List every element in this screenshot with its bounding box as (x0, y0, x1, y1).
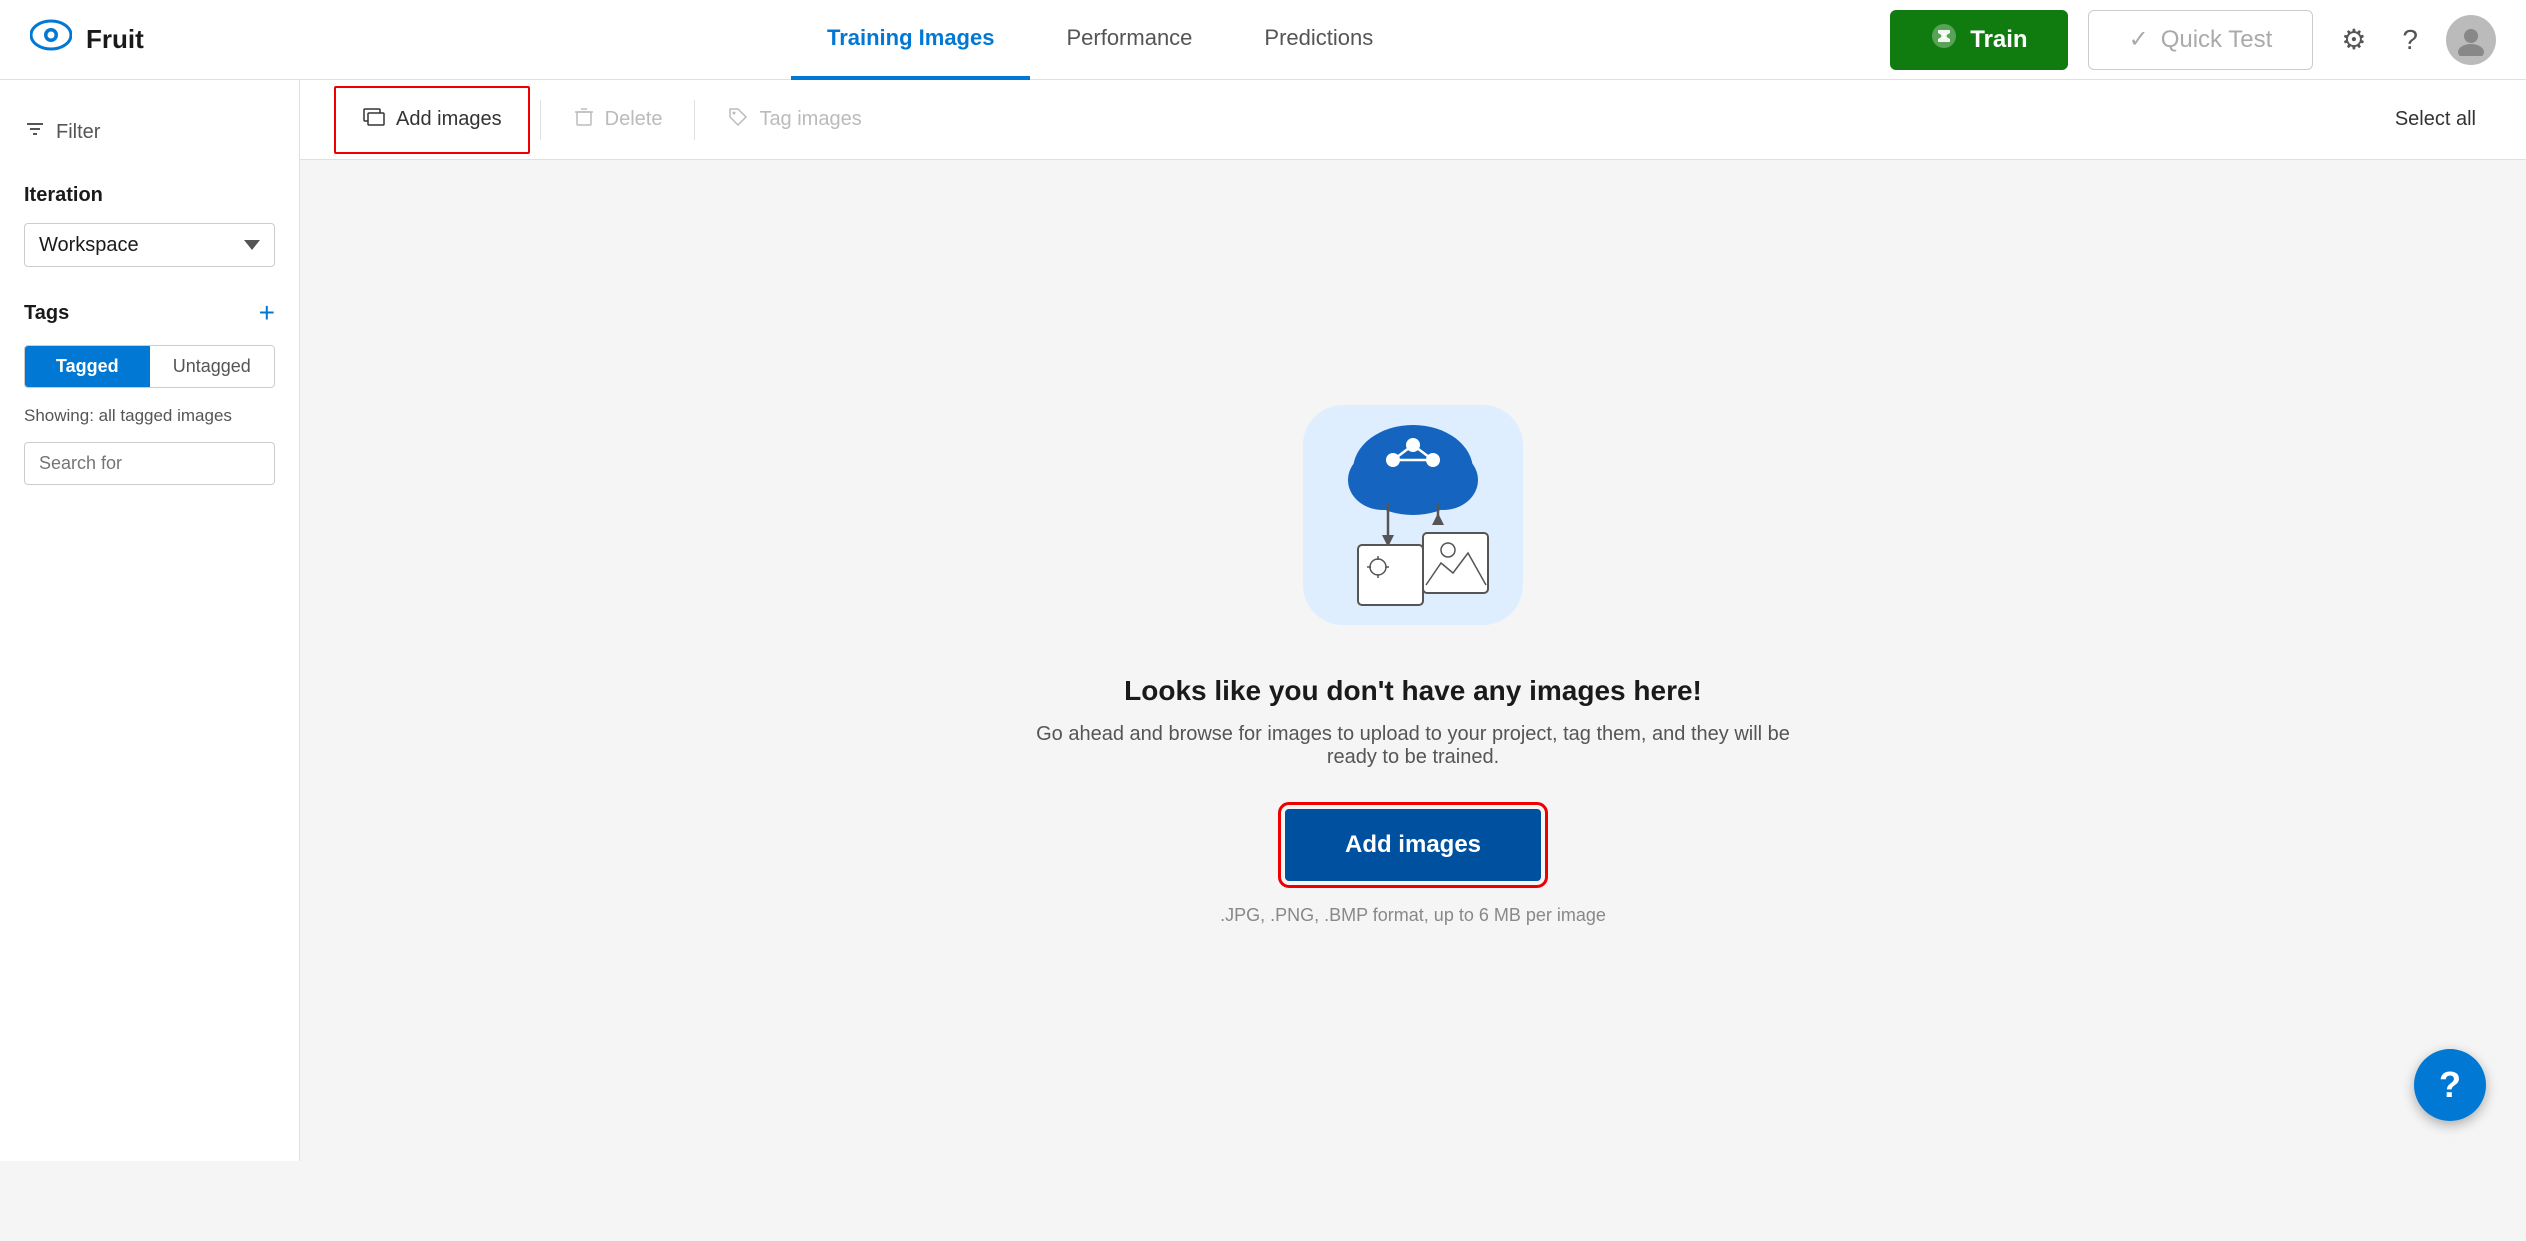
tag-images-toolbar-label: Tag images (759, 108, 861, 131)
tags-toggle: Tagged Untagged (24, 345, 275, 388)
empty-state-illustration (1293, 395, 1533, 635)
format-text: .JPG, .PNG, .BMP format, up to 6 MB per … (1220, 905, 1606, 926)
main-nav: Training Images Performance Predictions (310, 0, 1890, 80)
empty-state-title: Looks like you don't have any images her… (1124, 675, 1702, 707)
help-fab-icon: ? (2439, 1064, 2461, 1106)
main-content: Add images Delete (300, 80, 2526, 1161)
tag-icon (727, 106, 749, 134)
add-images-toolbar-button[interactable]: Add images (334, 86, 530, 154)
filter-label: Filter (56, 121, 100, 144)
train-icon (1930, 22, 1958, 57)
checkmark-icon: ✓ (2129, 25, 2149, 54)
empty-state: Looks like you don't have any images her… (300, 160, 2526, 1161)
help-fab-button[interactable]: ? (2414, 1049, 2486, 1121)
untagged-button[interactable]: Untagged (150, 346, 275, 387)
train-label: Train (1970, 26, 2027, 54)
toolbar-sep-2 (694, 100, 695, 140)
settings-button[interactable]: ⚙ (2333, 15, 2374, 64)
select-all-button[interactable]: Select all (2375, 80, 2496, 160)
nav-item-predictions[interactable]: Predictions (1228, 0, 1409, 80)
filter-control[interactable]: Filter (24, 110, 275, 154)
add-images-icon (362, 105, 386, 135)
tagged-button[interactable]: Tagged (25, 346, 150, 387)
sidebar: Filter Iteration Workspace Tags + Tagged… (0, 80, 300, 1161)
help-header-button[interactable]: ? (2394, 16, 2426, 64)
page-layout: Filter Iteration Workspace Tags + Tagged… (0, 80, 2526, 1161)
app-logo: Fruit (30, 14, 310, 65)
app-logo-icon (30, 14, 72, 65)
add-images-toolbar-label: Add images (396, 108, 502, 131)
train-button[interactable]: Train (1890, 10, 2067, 70)
delete-toolbar-button[interactable]: Delete (547, 80, 689, 160)
nav-item-performance[interactable]: Performance (1030, 0, 1228, 80)
settings-icon: ⚙ (2341, 24, 2366, 55)
header-actions: Train ✓ Quick Test ⚙ ? (1890, 10, 2496, 70)
iteration-label: Iteration (24, 184, 275, 207)
help-icon: ? (2402, 24, 2418, 55)
empty-state-description: Go ahead and browse for images to upload… (1013, 723, 1813, 769)
add-tag-button[interactable]: + (259, 297, 275, 329)
nav-item-training-images[interactable]: Training Images (791, 0, 1031, 80)
tag-images-toolbar-button[interactable]: Tag images (701, 80, 887, 160)
tags-header: Tags + (24, 297, 275, 329)
toolbar-sep-1 (540, 100, 541, 140)
project-name: Fruit (86, 24, 144, 55)
header: Fruit Training Images Performance Predic… (0, 0, 2526, 80)
quick-test-label: Quick Test (2161, 26, 2273, 54)
add-images-main-button[interactable]: Add images (1285, 809, 1541, 881)
iteration-dropdown[interactable]: Workspace (24, 223, 275, 267)
showing-text: Showing: all tagged images (24, 406, 275, 426)
quick-test-button[interactable]: ✓ Quick Test (2088, 10, 2314, 70)
filter-icon (24, 118, 46, 146)
delete-toolbar-label: Delete (605, 108, 663, 131)
search-input[interactable] (24, 442, 275, 485)
user-avatar[interactable] (2446, 15, 2496, 65)
delete-icon (573, 106, 595, 134)
tags-title: Tags (24, 302, 69, 325)
toolbar: Add images Delete (300, 80, 2526, 160)
